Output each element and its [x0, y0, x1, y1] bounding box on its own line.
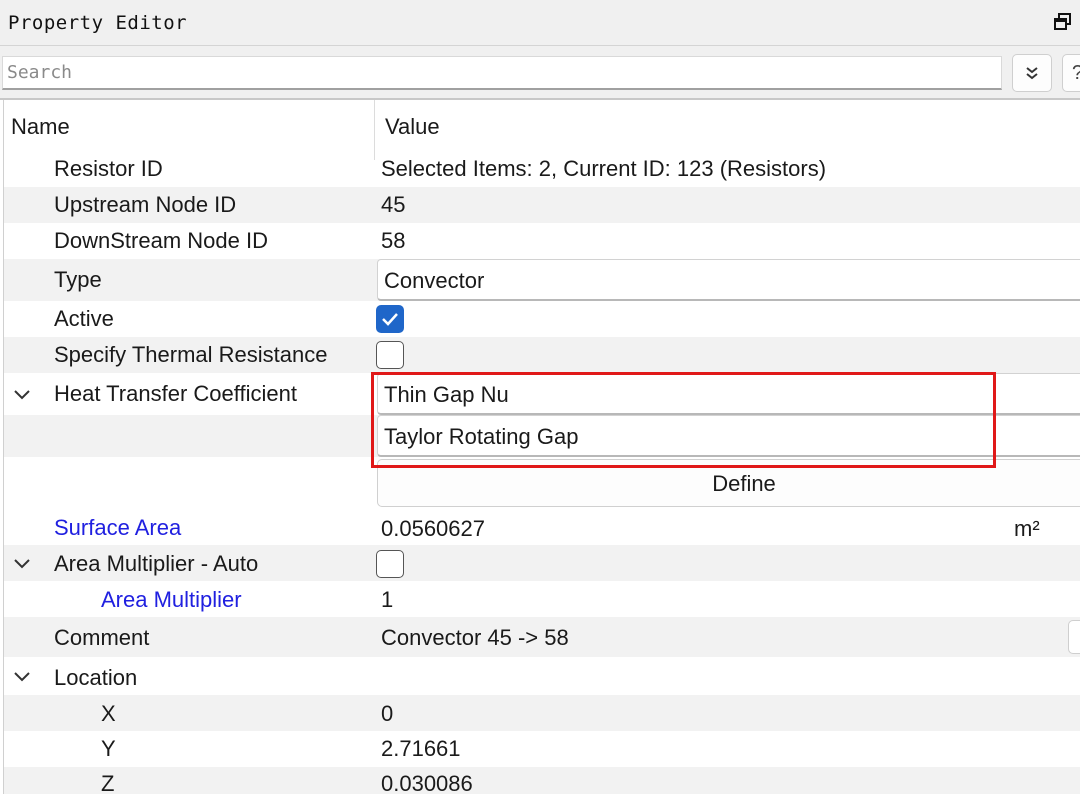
row-active[interactable]: Active [4, 301, 1080, 337]
property-name: Z [101, 771, 115, 796]
panel-title-bar: Property Editor [0, 0, 1080, 46]
define-button[interactable]: Define [377, 459, 1080, 507]
property-value[interactable]: 2.71661 [381, 736, 461, 762]
checkmark-icon [382, 313, 398, 326]
property-name: Area Multiplier - Auto [54, 551, 259, 576]
row-type[interactable]: Type Convector [4, 259, 1080, 301]
row-surface-area[interactable]: Surface Area 0.0560627 m² [4, 509, 1080, 545]
column-header-name[interactable]: Name [11, 114, 70, 140]
row-location-y[interactable]: Y 2.71661 [4, 731, 1080, 767]
double-chevron-down-icon [1026, 67, 1038, 80]
property-name: Type [54, 267, 102, 292]
chevron-down-icon[interactable] [12, 557, 32, 571]
row-heat-transfer-coefficient-sub[interactable]: Taylor Rotating Gap [4, 415, 1080, 457]
row-comment[interactable]: Comment Convector 45 -> 58 [4, 617, 1080, 657]
property-name: Y [101, 736, 116, 761]
type-dropdown[interactable]: Convector [377, 259, 1080, 301]
property-value: Selected Items: 2, Current ID: 123 (Resi… [381, 156, 827, 181]
chevron-down-icon[interactable] [12, 388, 32, 402]
htc-correlation-value: Thin Gap Nu [384, 382, 509, 407]
row-location[interactable]: Location [4, 657, 1080, 695]
property-value[interactable]: 0 [381, 701, 393, 727]
comment-edit-button[interactable] [1068, 620, 1080, 654]
property-grid: Name Value Resistor ID Selected Items: 2… [0, 100, 1080, 797]
property-value[interactable]: 1 [381, 587, 393, 613]
panel-title: Property Editor [8, 12, 188, 34]
unit-label: m² [1014, 516, 1040, 541]
row-heat-transfer-coefficient[interactable]: Heat Transfer Coefficient Thin Gap Nu [4, 373, 1080, 415]
row-define: Define [4, 457, 1080, 509]
property-name: Location [54, 665, 138, 690]
row-area-multiplier[interactable]: Area Multiplier 1 [4, 581, 1080, 617]
property-name: Resistor ID [54, 156, 163, 181]
property-name: Upstream Node ID [54, 192, 237, 217]
column-header-value[interactable]: Value [385, 114, 440, 140]
property-name: DownStream Node ID [54, 228, 268, 253]
chevron-down-icon[interactable] [12, 670, 32, 684]
row-resistor-id[interactable]: Resistor ID Selected Items: 2, Current I… [4, 151, 1080, 187]
htc-method-value: Taylor Rotating Gap [384, 424, 579, 449]
row-area-multiplier-auto[interactable]: Area Multiplier - Auto [4, 545, 1080, 581]
property-value[interactable]: 58 [381, 228, 405, 254]
area-multiplier-auto-checkbox[interactable] [376, 550, 404, 578]
float-window-icon[interactable] [1054, 13, 1072, 31]
area-multiplier-link[interactable]: Area Multiplier [101, 587, 242, 613]
row-location-z[interactable]: Z 0.030086 [4, 767, 1080, 797]
property-name: Specify Thermal Resistance [54, 342, 328, 367]
property-name: Active [54, 306, 114, 331]
define-button-label: Define [712, 471, 776, 496]
property-name: Heat Transfer Coefficient [54, 381, 297, 406]
property-value[interactable]: 0.030086 [381, 771, 473, 797]
htc-correlation-dropdown[interactable]: Thin Gap Nu [377, 373, 1080, 415]
property-name: Comment [54, 625, 150, 650]
row-specify-thermal-resistance[interactable]: Specify Thermal Resistance [4, 337, 1080, 373]
type-dropdown-value: Convector [384, 268, 485, 293]
property-name: X [101, 701, 116, 726]
expand-all-button[interactable] [1012, 54, 1052, 92]
search-bar: ? [0, 46, 1080, 100]
property-value[interactable]: 45 [381, 192, 405, 218]
surface-area-link[interactable]: Surface Area [54, 515, 181, 541]
property-value[interactable]: 0.0560627 [381, 516, 485, 542]
search-input[interactable] [2, 56, 1002, 90]
row-upstream-node-id[interactable]: Upstream Node ID 45 [4, 187, 1080, 223]
specify-thermal-resistance-checkbox[interactable] [376, 341, 404, 369]
row-location-x[interactable]: X 0 [4, 695, 1080, 731]
help-button[interactable]: ? [1062, 54, 1080, 92]
row-downstream-node-id[interactable]: DownStream Node ID 58 [4, 223, 1080, 259]
htc-method-dropdown[interactable]: Taylor Rotating Gap [377, 415, 1080, 457]
active-checkbox[interactable] [376, 305, 404, 333]
property-value[interactable]: Convector 45 -> 58 [381, 625, 569, 651]
